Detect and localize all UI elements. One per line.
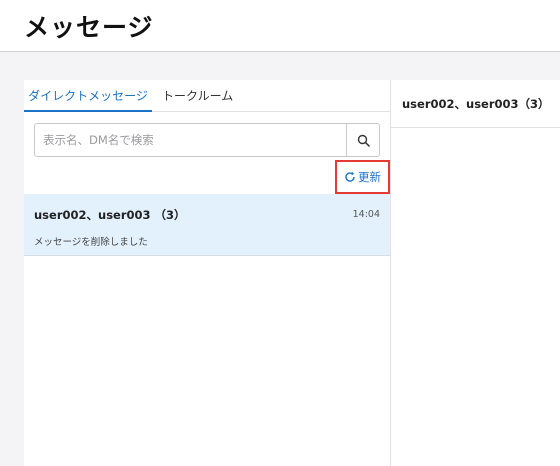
conversation-detail-panel: user002、user003（3） xyxy=(390,80,560,466)
conversation-time: 14:04 xyxy=(352,209,380,220)
tab-bar: ダイレクトメッセージ トークルーム xyxy=(24,80,390,112)
refresh-label: 更新 xyxy=(358,170,381,184)
search-input[interactable] xyxy=(35,124,347,156)
conversation-item[interactable]: user002、user003 （3） 14:04 メッセージを削除しました xyxy=(24,194,390,256)
search-button[interactable] xyxy=(346,124,379,156)
page-header: メッセージ xyxy=(0,0,560,52)
conversation-preview: メッセージを削除しました xyxy=(34,237,148,248)
tab-talk-room[interactable]: トークルーム xyxy=(162,80,233,112)
search-icon xyxy=(357,134,370,147)
conversation-detail-title: user002、user003（3） xyxy=(402,97,550,111)
refresh-icon xyxy=(345,171,355,182)
conversation-list-panel: ダイレクトメッセージ トークルーム 更新 user002、user003 （3）… xyxy=(24,80,390,466)
refresh-button[interactable]: 更新 xyxy=(335,160,390,194)
search-box xyxy=(34,123,380,157)
tab-direct-message[interactable]: ダイレクトメッセージ xyxy=(24,80,152,112)
page-title: メッセージ xyxy=(24,13,154,42)
conversation-detail-header: user002、user003（3） xyxy=(391,80,560,128)
conversation-name: user002、user003 （3） xyxy=(34,208,186,222)
